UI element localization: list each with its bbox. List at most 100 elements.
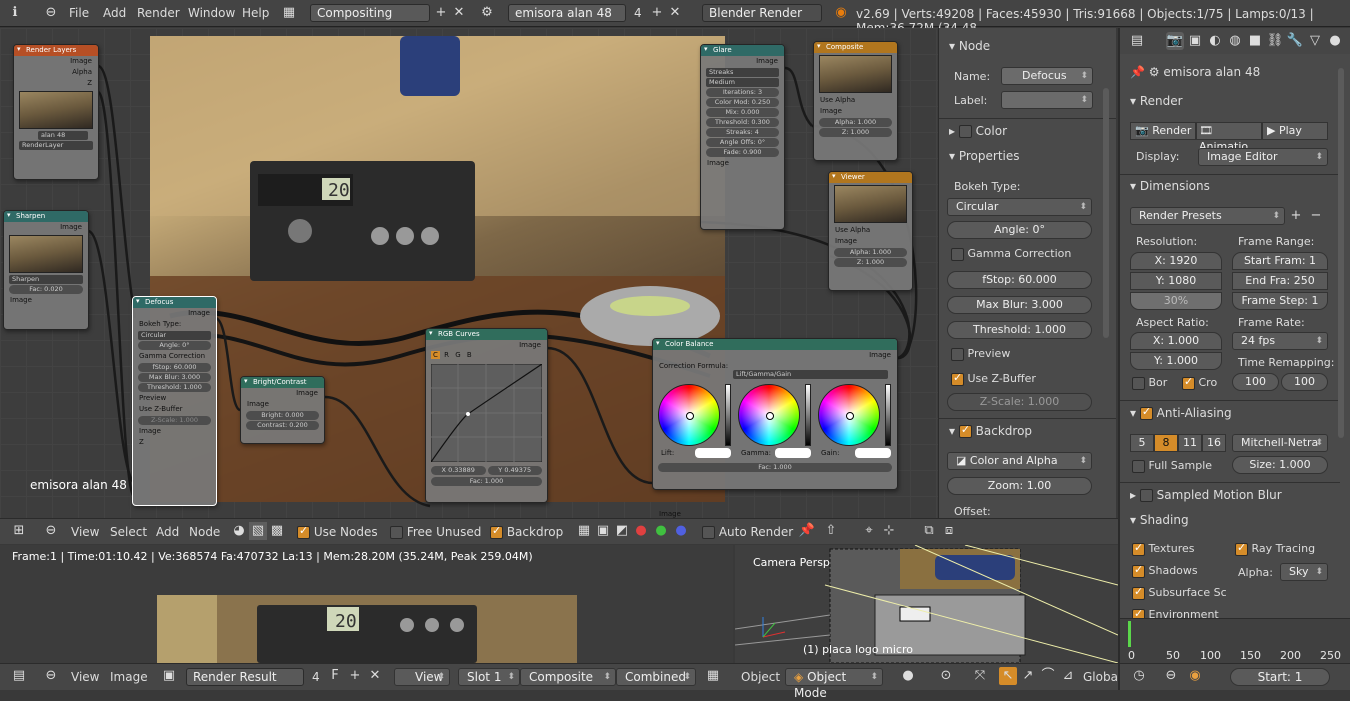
unlink-image-icon[interactable]: ✕ [366,667,384,685]
snap-toggle-icon[interactable]: ⌖ [860,522,878,540]
blue-channel-icon[interactable]: ● [672,522,690,540]
menu-node[interactable]: Node [189,525,220,539]
node-editor[interactable]: 20 Render Layers Image Alpha Z [0,28,938,518]
scale-icon[interactable]: ⌒ [1039,667,1057,685]
channels-select[interactable]: ◪ Color and Alpha [947,452,1092,470]
rgb-curves-node[interactable]: RGB Curves Image C R G B X 0.33889 Y 0.4… [425,328,548,503]
channel-c[interactable]: C [431,351,440,359]
composite-z[interactable]: Z: 1.000 [819,128,892,137]
color-section[interactable]: ▸ Color [949,124,1007,138]
sharpen-fac[interactable]: Fac: 0.020 [9,285,83,294]
translate-icon[interactable]: ↖ [999,667,1017,685]
defocus-title[interactable]: Defocus [133,297,216,308]
alpha-select[interactable]: Sky [1280,563,1328,581]
node-section-title[interactable]: ▾ Node [949,39,990,53]
aa-section[interactable]: ▾ Anti-Aliasing [1130,405,1232,420]
channel-rgba-icon[interactable]: ▦ [575,522,593,540]
composite-alpha[interactable]: Alpha: 1.000 [819,118,892,127]
keying-icon[interactable]: ◉ [1186,667,1204,685]
material-tab-icon[interactable]: ● [1326,32,1344,50]
shader-tree-icon[interactable]: ◕ [230,522,248,540]
res-x-field[interactable]: X: 1920 [1130,252,1222,270]
motion-blur-section[interactable]: ▸ Sampled Motion Blur [1130,488,1282,502]
defocus-bokeh[interactable]: Circular [138,331,211,340]
play-button[interactable]: ▶ Play [1262,122,1328,140]
compositor-tree-icon[interactable]: ▧ [249,522,267,540]
node-name-field[interactable]: Defocus [1001,67,1093,85]
glare-colormod[interactable]: Color Mod: 0.250 [706,98,779,107]
bright-value[interactable]: Bright: 0.000 [246,411,319,420]
defocus-zbuffer[interactable]: Use Z-Buffer [133,404,216,415]
add-layout-icon[interactable]: + [432,4,450,22]
node-label-field[interactable] [1001,91,1093,109]
ray-checkbox[interactable] [1235,541,1248,556]
aa-checkbox[interactable] [1139,405,1153,420]
free-unused-checkbox[interactable] [390,526,403,539]
menu-render[interactable]: Render [137,6,180,20]
defocus-maxblur[interactable]: Max Blur: 3.000 [138,373,211,382]
glare-iterations[interactable]: Iterations: 3 [706,88,779,97]
glare-node[interactable]: Glare Image Streaks Medium Iterations: 3… [700,44,785,230]
gamma-swatch[interactable] [775,448,811,458]
color-checkbox[interactable] [958,125,972,138]
scene-tab-icon[interactable]: ◐ [1206,32,1224,50]
properties-section[interactable]: ▾ Properties [949,149,1020,163]
gain-slider[interactable] [885,384,891,446]
use-nodes-checkbox[interactable] [297,524,310,539]
scene-icon[interactable]: ⚙ [478,4,496,22]
image-editor[interactable]: Frame:1 | Time:01:10.42 | Ve:368574 Fa:4… [0,545,733,663]
preview-checkbox[interactable] [951,347,964,361]
colorbal-formula[interactable]: Lift/Gamma/Gain [733,370,888,379]
defocus-node[interactable]: Defocus Image Bokeh Type: Circular Angle… [132,296,217,506]
slot-select[interactable]: Slot 1 [458,668,520,686]
pin-icon[interactable]: 📌 [1130,65,1145,79]
dimensions-section[interactable]: ▾ Dimensions [1130,179,1210,193]
res-y-field[interactable]: Y: 1080 [1130,272,1222,290]
sss-checkbox[interactable] [1132,585,1145,600]
menu-file[interactable]: File [69,6,89,20]
snap-element-icon[interactable]: ⊹ [880,522,898,540]
channel-r[interactable]: R [442,351,451,359]
env-row[interactable]: Environment [1132,607,1219,618]
props-scrollbar[interactable] [1338,68,1344,438]
glare-fade[interactable]: Fade: 0.900 [706,148,779,157]
image-editor-type-icon[interactable]: ▤ [10,667,28,685]
glare-type[interactable]: Streaks [706,68,779,77]
ray-row[interactable]: Ray Tracing [1235,541,1315,556]
menu-view[interactable]: View [71,525,99,539]
copy-nodes-icon[interactable]: ⧉ [920,522,938,540]
node-editor-type-icon[interactable]: ⊞ [10,522,28,540]
fps-select[interactable]: 24 fps [1232,332,1328,350]
data-tab-icon[interactable]: ▽ [1306,32,1324,50]
remove-layout-icon[interactable]: ✕ [450,4,468,22]
backdrop-section[interactable]: ▾ Backdrop [949,423,1032,438]
end-frame-field[interactable]: End Fra: 250 [1232,272,1328,290]
crop-checkbox[interactable] [1182,375,1195,390]
channel-b[interactable]: B [465,351,474,359]
world-tab-icon[interactable]: ◍ [1226,32,1244,50]
pin-tree-icon[interactable]: 📌 [798,522,816,540]
curve-x[interactable]: X 0.33889 [431,466,486,475]
glare-title[interactable]: Glare [701,45,784,56]
gamma-checkbox[interactable] [951,247,964,261]
use-nodes-row[interactable]: Use Nodes [297,524,378,539]
env-checkbox[interactable] [1132,607,1145,618]
maxblur-field[interactable]: Max Blur: 3.000 [947,296,1092,314]
backdrop-checkbox[interactable] [958,423,972,438]
shadows-checkbox[interactable] [1132,563,1145,578]
zbuffer-checkbox[interactable] [951,371,964,386]
orientation-value[interactable]: Global [1083,670,1121,684]
gamma-slider[interactable] [805,384,811,446]
render-button[interactable]: 📷 Render [1130,122,1196,140]
rotate-icon[interactable]: ↗ [1019,667,1037,685]
remove-preset-icon[interactable]: − [1307,207,1325,225]
free-unused-row[interactable]: Free Unused [390,525,481,539]
scene-field[interactable]: emisora alan 48 [508,4,626,22]
start-field[interactable]: Start: 1 [1230,668,1330,686]
glare-quality[interactable]: Medium [706,78,779,87]
aa-16-button[interactable]: 16 [1202,434,1226,452]
panel-scrollbar[interactable] [1103,88,1109,338]
auto-render-checkbox[interactable] [702,526,715,539]
image-name-field[interactable]: Render Result [186,668,304,686]
colorbal-title[interactable]: Color Balance [653,339,897,350]
